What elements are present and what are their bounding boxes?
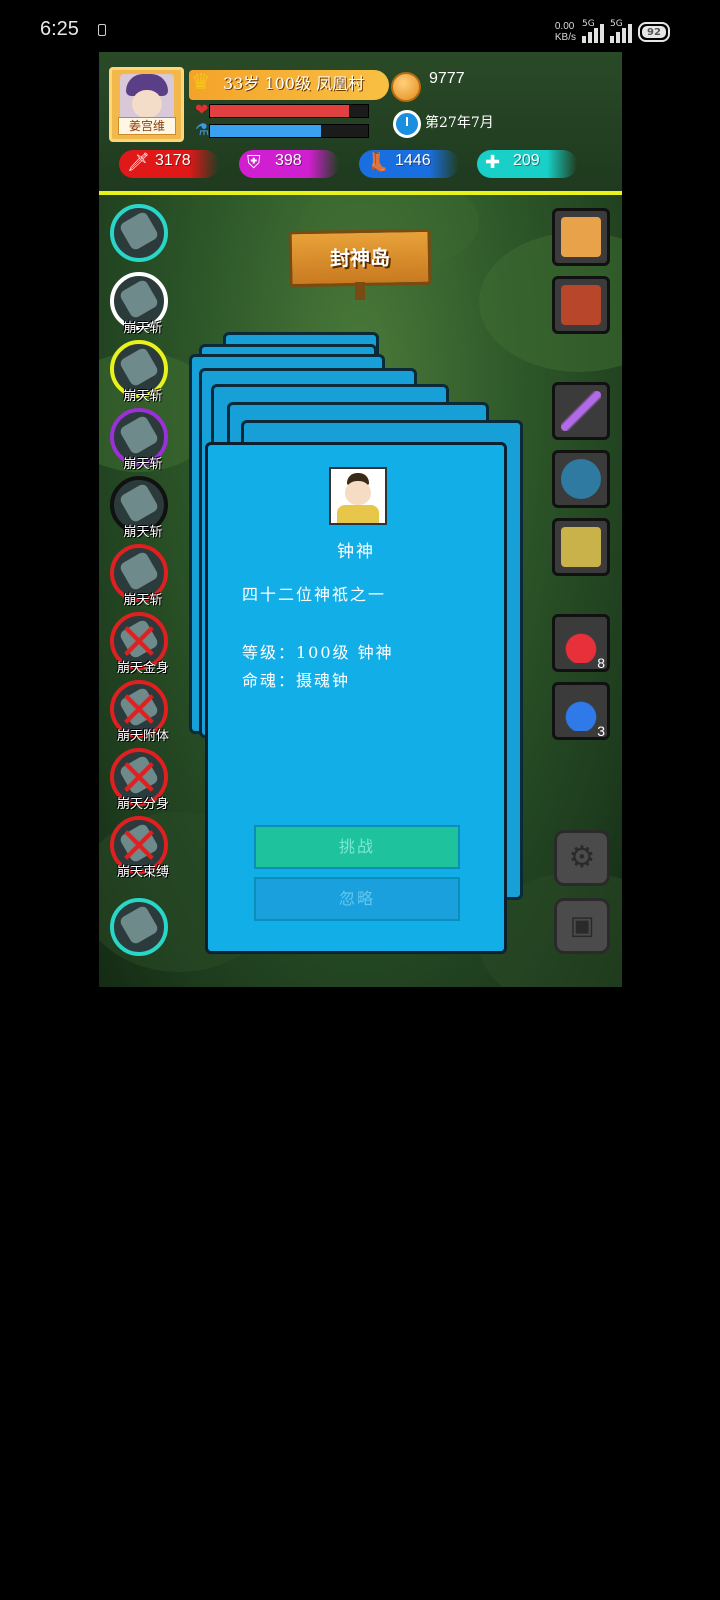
signal-label: 5G: [610, 19, 623, 29]
npc-description: 四十二位神祇之一: [242, 585, 387, 604]
skill-slot[interactable]: 崩天金身: [110, 612, 169, 676]
skill-slot[interactable]: 崩天斩: [110, 272, 168, 336]
skill-slot[interactable]: 崩天分身: [110, 748, 169, 812]
shield-icon: ⛨: [247, 152, 261, 173]
game-screen: 姜宫维 ♛ 33岁 100级 凤凰村 9777 ❤ ⚗ 第27年7月 🗡 317…: [99, 52, 622, 987]
locked-icon: [120, 690, 158, 728]
encounter-card: 钟神 四十二位神祇之一 等级：100级 钟神 命魂：摄魂钟 挑战 忽略: [205, 442, 507, 954]
signal-icon: 5G: [610, 19, 632, 43]
settings-button[interactable]: ⚙: [554, 830, 610, 886]
locked-icon: [120, 826, 158, 864]
armor-icon[interactable]: [552, 450, 610, 508]
battery-level: 92: [647, 26, 661, 38]
gold-coin-icon: [391, 72, 421, 102]
signal-icon: 5G: [582, 19, 604, 43]
blue-potion-icon[interactable]: 3: [552, 682, 610, 740]
skill-slot[interactable]: 崩天斩: [110, 408, 168, 472]
heart-icon: ❤: [195, 100, 209, 119]
hammer-icon: [118, 904, 160, 946]
hp-bar: [209, 104, 369, 118]
player-avatar[interactable]: 姜宫维: [109, 67, 184, 142]
npc-portrait: [329, 467, 387, 525]
stat-value: 209: [513, 152, 540, 169]
save-button[interactable]: ▣: [554, 898, 610, 954]
network-speed-value: 0.00: [554, 21, 575, 32]
item-count: 3: [597, 723, 605, 739]
network-speed: 0.00 KB/s: [555, 21, 576, 43]
npc-soul: 命魂：摄魂钟: [242, 671, 351, 690]
stat-value: 398: [275, 152, 302, 169]
clock-time: 6:25: [40, 18, 79, 40]
stat-defense: ⛨ 398: [239, 150, 339, 178]
skill-slot[interactable]: 崩天附体: [110, 680, 169, 744]
boots-icon[interactable]: [552, 518, 610, 576]
status-icons: 0.00 KB/s 5G 5G 92: [555, 18, 670, 46]
gear-icon: ⚙: [568, 840, 596, 875]
challenge-button[interactable]: 挑战: [254, 825, 460, 869]
skill-label: 崩天分身: [116, 797, 169, 812]
gold-amount: 9777: [429, 70, 465, 87]
mana-potion-icon: ⚗: [195, 120, 210, 139]
clock-icon: [393, 110, 421, 138]
skill-label: 崩天束缚: [116, 865, 169, 880]
hammer-icon: [118, 210, 160, 252]
skill-label: 崩天斩: [123, 593, 163, 608]
locked-icon: [120, 622, 158, 660]
heart-plus-icon: ✚: [485, 152, 501, 173]
sign-post: [355, 282, 365, 300]
boot-icon: 👢: [367, 152, 390, 173]
stat-health: ✚ 209: [477, 150, 577, 178]
sword-icon: 🗡: [127, 152, 150, 173]
skill-label: 崩天斩: [123, 525, 163, 540]
signal-label: 5G: [582, 19, 595, 29]
skill-label: 崩天附体: [116, 729, 169, 744]
player-name: 姜宫维: [118, 117, 176, 135]
hammer-icon: [118, 278, 160, 320]
crown-icon: ♛: [191, 70, 211, 95]
locked-icon: [120, 758, 158, 796]
item-count: 8: [597, 655, 605, 671]
mp-bar: [209, 124, 369, 138]
skill-slot[interactable]: [110, 204, 168, 262]
map-scroll-icon[interactable]: [552, 208, 610, 266]
stat-attack: 🗡 3178: [119, 150, 219, 178]
ignore-button[interactable]: 忽略: [254, 877, 460, 921]
skill-slot[interactable]: 崩天斩: [110, 476, 168, 540]
battery-icon: 92: [638, 22, 670, 42]
skill-slot[interactable]: 崩天斩: [110, 544, 168, 608]
skill-label: 崩天斩: [123, 457, 163, 472]
skill-slot[interactable]: 崩天斩: [110, 340, 168, 404]
lock-icon: [98, 24, 106, 36]
player-hud: 姜宫维 ♛ 33岁 100级 凤凰村 9777 ❤ ⚗ 第27年7月 🗡 317…: [99, 52, 622, 195]
stat-speed: 👢 1446: [359, 150, 459, 178]
npc-level: 等级：100级 钟神: [242, 643, 394, 662]
skill-label: 崩天金身: [116, 661, 169, 676]
red-potion-icon[interactable]: 8: [552, 614, 610, 672]
network-speed-unit: KB/s: [554, 32, 576, 43]
book-icon[interactable]: [552, 276, 610, 334]
hammer-icon: [118, 550, 160, 592]
game-date: 第27年7月: [425, 115, 494, 131]
stat-value: 3178: [155, 152, 191, 169]
skill-slot[interactable]: 崩天束缚: [110, 816, 169, 880]
sword-item-icon[interactable]: [552, 382, 610, 440]
floppy-icon: ▣: [569, 911, 595, 941]
hammer-icon: [118, 346, 160, 388]
skill-slot[interactable]: [110, 898, 168, 956]
location-sign: 封神岛: [288, 228, 432, 288]
npc-name: 钟神: [337, 542, 375, 562]
hammer-icon: [118, 482, 160, 524]
skill-label: 崩天斩: [123, 321, 163, 336]
stat-value: 1446: [395, 152, 431, 169]
hammer-icon: [118, 414, 160, 456]
location-name: 封神岛: [329, 245, 391, 271]
level-info: 33岁 100级 凤凰村: [223, 74, 365, 93]
skill-label: 崩天斩: [123, 389, 163, 404]
